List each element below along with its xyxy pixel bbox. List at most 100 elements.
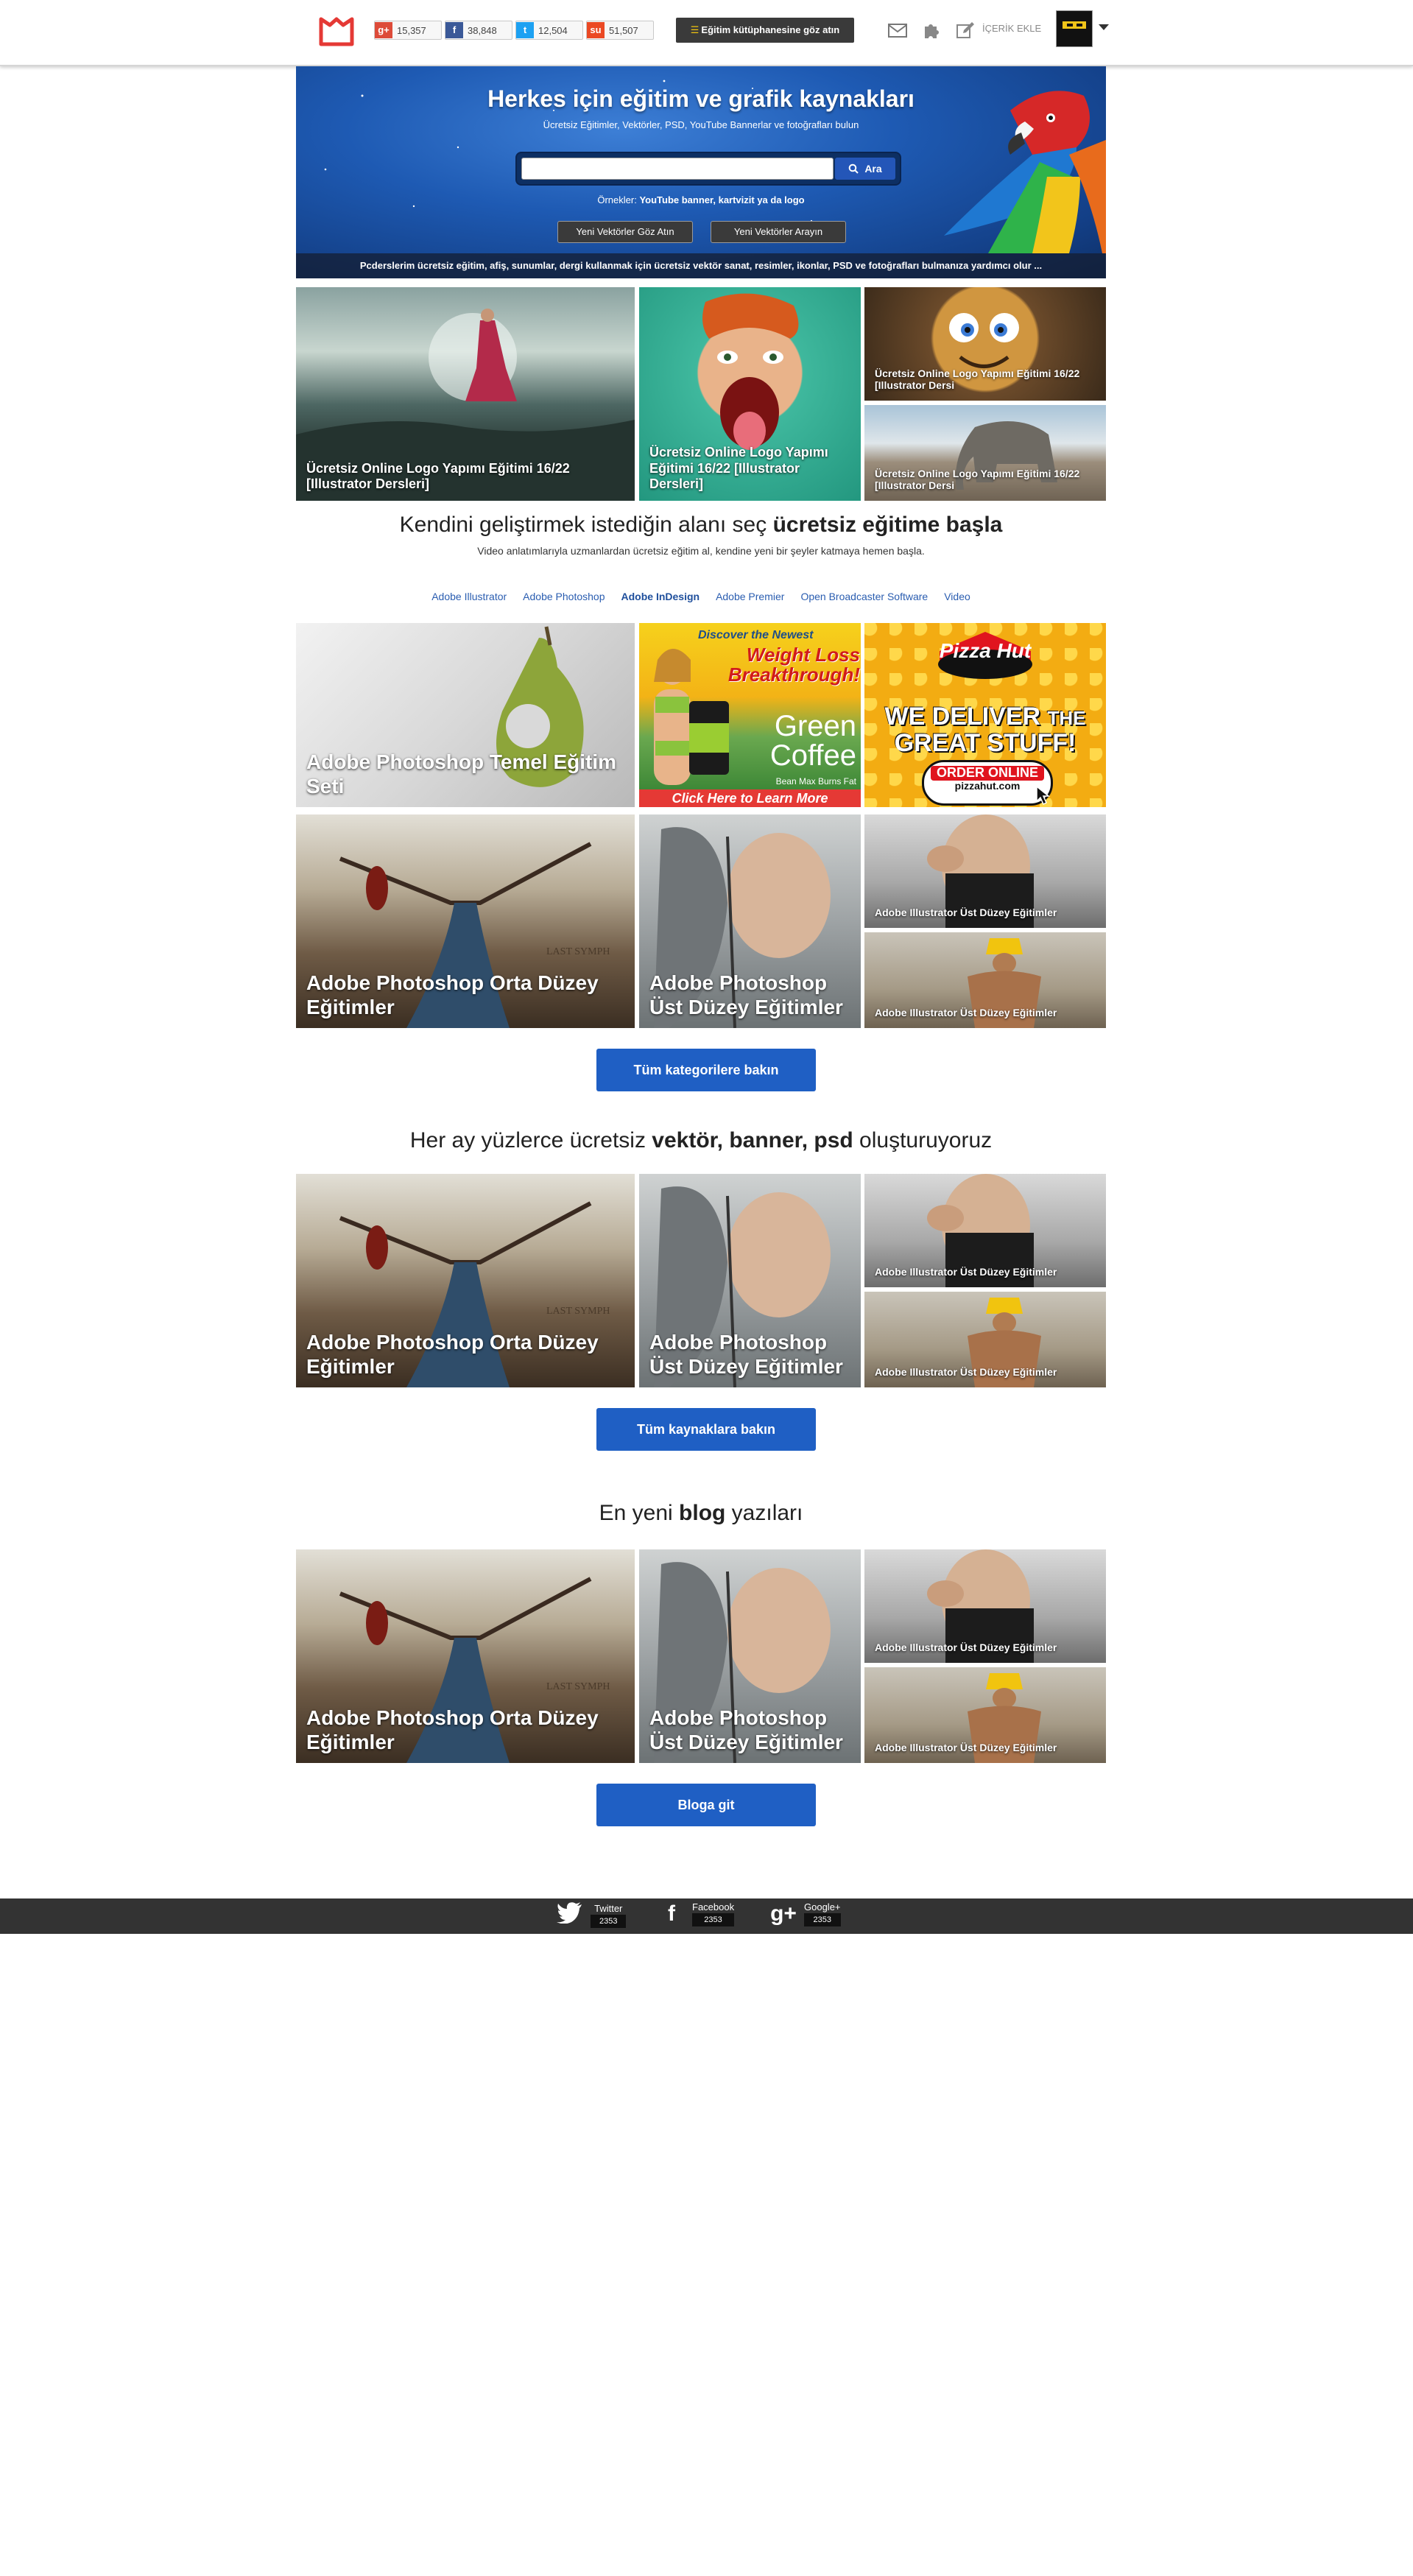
category-link-illustrator[interactable]: Adobe Illustrator [431,591,507,602]
site-logo-icon[interactable] [317,15,356,49]
categories-title: Kendini geliştirmek istediğin alanı seç … [296,513,1106,538]
featured-tile-small[interactable]: Ücretsiz Online Logo Yapımı Eğitimi 16/2… [864,405,1106,501]
category-link-premier[interactable]: Adobe Premier [716,591,784,602]
all-resources-button[interactable]: Tüm kaynaklara bakın [596,1408,816,1451]
pizza-line1: WE DELIVER [884,703,1041,731]
featured-caption: Ücretsiz Online Logo Yapımı Eğitimi 16/2… [875,467,1080,492]
footer-bar: Twitter 2353 f Facebook 2353 g+ Google+ 235… [0,1898,1413,1934]
hero-subtitle: Ücretsiz Eğitimler, Vektörler, PSD, YouT… [543,119,859,130]
footer-twitter[interactable]: Twitter 2353 [555,1901,627,1929]
green-coffee-ad[interactable]: Discover the Newest Weight Loss Breakthr… [639,623,861,807]
featured-caption: Ücretsiz Online Logo Yapımı Eğitimi 16/2… [306,460,570,491]
footer-google-plus[interactable]: g+ Google+ 2353 [769,1901,841,1926]
facebook-icon: f [445,22,463,38]
pizza-cta: ORDER ONLINE [930,765,1044,781]
google-plus-count[interactable]: g+ 15,357 [374,21,442,40]
footer-google-plus-count: 2353 [804,1913,841,1926]
categories-title-bold: ücretsiz eğitime başla [772,513,1003,537]
go-to-blog-button[interactable]: Bloga git [596,1784,816,1826]
featured-tile-small[interactable]: Ücretsiz Online Logo Yapımı Eğitimi 16/2… [864,287,1106,401]
facebook-icon: f [668,1901,675,1926]
browse-new-vectors-button[interactable]: Yeni Vektörler Göz Atın [557,221,693,243]
blog-tile[interactable]: LAST SYMPH Adobe Photoshop Orta Düzey Eğ… [296,1549,635,1763]
last-symphony-text: LAST SYMPH [546,946,610,957]
ad-cta[interactable]: Click Here to Learn More [639,789,861,807]
vector-tile-small[interactable]: Adobe Illustrator Üst Düzey Eğitimler [864,1174,1106,1287]
google-plus-count-value: 15,357 [397,24,426,36]
category-link-video[interactable]: Video [944,591,970,602]
blog-title-plain: En yeni [599,1501,680,1525]
category-caption: Adobe Photoshop Orta Düzey Eğitimler [306,971,599,1018]
vectors-title-bold: vektör, banner, psd [652,1128,853,1152]
blog-title-end: yazıları [725,1501,803,1525]
category-link-photoshop[interactable]: Adobe Photoshop [523,591,605,602]
blog-caption: Adobe Illustrator Üst Düzey Eğitimler [875,1742,1057,1754]
categories-title-plain: Kendini geliştirmek istediğin alanı seç [399,513,773,537]
search-new-vectors-button[interactable]: Yeni Vektörler Arayın [711,221,846,243]
category-tile-small[interactable]: Adobe Illustrator Üst Düzey Eğitimler [864,814,1106,928]
category-link-obs[interactable]: Open Broadcaster Software [800,591,928,602]
google-plus-icon: g+ [770,1901,797,1926]
featured-tile-large[interactable]: Ücretsiz Online Logo Yapımı Eğitimi 16/2… [296,287,635,501]
pizza-hut-ad[interactable]: Pizza Hut WE DELIVER THE GREAT STUFF! OR… [864,623,1106,807]
examples-value[interactable]: YouTube banner, kartvizit ya da logo [639,194,804,205]
user-avatar[interactable] [1056,10,1093,47]
vector-tile-small[interactable]: Adobe Illustrator Üst Düzey Eğitimler [864,1292,1106,1387]
pizza-brand: Pizza Hut [939,639,1032,662]
twitter-count-value: 12,504 [538,24,568,36]
twitter-icon [555,1901,585,1929]
blog-tile-small[interactable]: Adobe Illustrator Üst Düzey Eğitimler [864,1549,1106,1663]
blog-caption: Adobe Photoshop Üst Düzey Eğitimler [649,1706,843,1753]
ad-product: Green Coffee [769,710,856,772]
category-nav: Adobe Illustrator Adobe Photoshop Adobe … [296,591,1106,602]
footer-facebook-count: 2353 [692,1913,735,1926]
category-link-indesign[interactable]: Adobe InDesign [621,591,700,602]
puzzle-icon[interactable] [920,19,942,41]
facebook-count[interactable]: f 38,848 [445,21,512,40]
edit-icon[interactable] [954,19,976,41]
avatar-image [1057,11,1092,46]
top-header: g+ 15,357 f 38,848 t 12,504 su 51,507 ☰ E… [0,0,1413,66]
library-button[interactable]: ☰ Eğitim kütüphanesine göz atın [676,18,854,43]
vectors-title-end: oluşturuyoruz [853,1128,993,1152]
footer-facebook-label: Facebook [692,1901,735,1912]
pizza-line3: GREAT STUFF! [894,728,1077,757]
twitter-count[interactable]: t 12,504 [515,21,583,40]
footer-twitter-label: Twitter [594,1903,623,1914]
search-input[interactable] [521,158,834,180]
cursor-icon [1036,785,1051,806]
featured-tile[interactable]: Ücretsiz Online Logo Yapımı Eğitimi 16/2… [639,287,861,501]
search-bar: Ara [517,153,900,184]
category-tile-small[interactable]: Adobe Illustrator Üst Düzey Eğitimler [864,932,1106,1028]
vector-tile[interactable]: Adobe Photoshop Üst Düzey Eğitimler [639,1174,861,1387]
all-categories-button[interactable]: Tüm kategorilere bakın [596,1049,816,1091]
vector-caption: Adobe Illustrator Üst Düzey Eğitimler [875,1266,1057,1278]
footer-twitter-count: 2353 [591,1915,627,1928]
category-tile[interactable]: Adobe Photoshop Temel Eğitim Seti [296,623,635,807]
last-symphony-text: LAST SYMPH [546,1681,610,1692]
hero-title: Herkes için eğitim ve grafik kaynakları [487,85,915,112]
category-tile[interactable]: LAST SYMPH Adobe Photoshop Orta Düzey Eğ… [296,814,635,1028]
library-button-label: Eğitim kütüphanesine göz atın [701,24,840,35]
stumbleupon-count[interactable]: su 51,507 [586,21,654,40]
blog-caption: Adobe Photoshop Orta Düzey Eğitimler [306,1706,599,1753]
blog-title: En yeni blog yazıları [296,1501,1106,1526]
chevron-down-icon[interactable] [1099,24,1109,30]
search-button[interactable]: Ara [835,158,895,180]
google-plus-icon: g+ [375,22,392,38]
category-caption: Adobe Illustrator Üst Düzey Eğitimler [875,1007,1057,1019]
blog-tile[interactable]: Adobe Photoshop Üst Düzey Eğitimler [639,1549,861,1763]
footer-facebook[interactable]: f Facebook 2353 [657,1901,735,1926]
add-content-link[interactable]: İÇERİK EKLE [982,23,1041,34]
pizza-order-button[interactable]: ORDER ONLINE pizzahut.com [922,760,1053,806]
ad-tagline: Bean Max Burns Fat [775,776,856,786]
categories-subtitle: Video anlatımlarıyla uzmanlardan ücretsi… [477,545,925,557]
hero-banner: Herkes için eğitim ve grafik kaynakları … [296,66,1106,278]
mail-icon[interactable] [887,19,909,41]
search-examples: Örnekler: YouTube banner, kartvizit ya d… [296,194,1106,205]
pizza-line2: THE [1047,707,1086,729]
vector-caption: Adobe Illustrator Üst Düzey Eğitimler [875,1366,1057,1379]
blog-tile-small[interactable]: Adobe Illustrator Üst Düzey Eğitimler [864,1667,1106,1763]
vector-tile[interactable]: LAST SYMPH Adobe Photoshop Orta Düzey Eğ… [296,1174,635,1387]
category-tile[interactable]: Adobe Photoshop Üst Düzey Eğitimler [639,814,861,1028]
